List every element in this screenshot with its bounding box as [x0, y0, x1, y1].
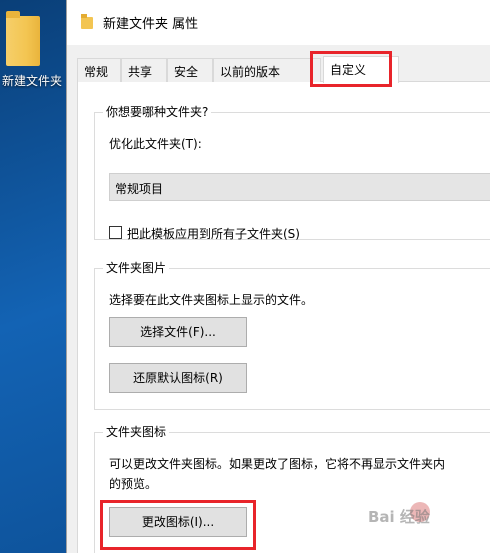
tab-general[interactable]: 常规: [77, 58, 121, 82]
window-title: 新建文件夹 属性: [103, 17, 199, 32]
folder-picture-title: 文件夹图片: [103, 259, 170, 276]
properties-window: 新建文件夹 属性 常规 共享 安全 以前的版本 自定义 你想要哪种文件夹? 优化…: [66, 0, 490, 553]
customize-panel: 你想要哪种文件夹? 优化此文件夹(T): 常规项目 把此模板应用到所有子文件夹(…: [77, 82, 490, 553]
button-highlight-box: [100, 500, 256, 550]
folder-icon-title: 文件夹图标: [103, 423, 170, 440]
baidu-watermark: Bai 经验: [368, 500, 468, 530]
tab-strip: 常规 共享 安全 以前的版本 自定义: [77, 56, 490, 83]
folder-icon-description-line1: 可以更改文件夹图标。如果更改了图标，它将不再显示文件夹内: [109, 457, 446, 471]
desktop-folder-label: 新建文件夹: [1, 74, 62, 88]
choose-file-button[interactable]: 选择文件(F)...: [109, 317, 247, 347]
tab-security[interactable]: 安全: [167, 58, 213, 82]
folder-icon: [6, 11, 40, 66]
tab-previous-versions[interactable]: 以前的版本: [213, 58, 321, 82]
tab-highlight-box: [310, 51, 392, 87]
apply-template-label: 把此模板应用到所有子文件夹(S): [127, 227, 300, 241]
title-folder-icon: [81, 13, 93, 29]
folder-type-title: 你想要哪种文件夹?: [103, 103, 212, 120]
folder-type-select[interactable]: 常规项目: [109, 173, 490, 201]
folder-type-group: 你想要哪种文件夹? 优化此文件夹(T): 常规项目 把此模板应用到所有子文件夹(…: [94, 103, 490, 241]
folder-picture-description: 选择要在此文件夹图标上显示的文件。: [109, 293, 314, 307]
optimize-label: 优化此文件夹(T):: [109, 137, 202, 151]
folder-icon-description-line2: 的预览。: [109, 477, 158, 491]
tab-sharing[interactable]: 共享: [121, 58, 167, 82]
watermark-text: Bai 经验: [368, 508, 430, 526]
folder-picture-group: 文件夹图片 选择要在此文件夹图标上显示的文件。 选择文件(F)... 还原默认图…: [94, 259, 490, 410]
apply-template-checkbox[interactable]: [109, 226, 122, 239]
title-bar[interactable]: 新建文件夹 属性: [67, 0, 490, 45]
restore-default-button[interactable]: 还原默认图标(R): [109, 363, 247, 393]
